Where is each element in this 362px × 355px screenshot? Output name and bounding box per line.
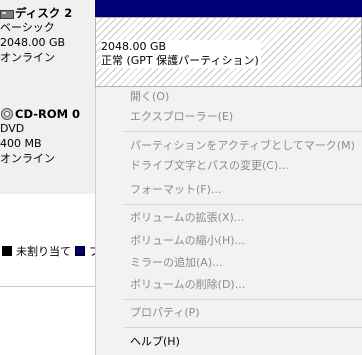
cd-rom-0-name: CD-ROM 0 (15, 107, 81, 121)
menu-item-explore[interactable]: エクスプローラー(E) (130, 110, 233, 123)
cd-rom-icon (0, 108, 13, 120)
primary-partition-swatch (75, 246, 85, 256)
cd-rom-0-card[interactable]: CD-ROM 0 DVD 400 MB オンライン (0, 107, 93, 166)
cd-rom-0-size: 400 MB (0, 137, 42, 150)
menu-item-delete-volume[interactable]: ボリュームの削除(D)... (130, 278, 245, 291)
menu-item-add-mirror[interactable]: ミラーの追加(A)... (130, 256, 223, 269)
partition-header-bar (95, 0, 362, 17)
menu-separator (124, 327, 362, 328)
partition-info: 2048.00 GB 正常 (GPT 保護パーティション) (101, 40, 261, 68)
panel-divider (0, 286, 95, 287)
disk-2-status: オンライン (0, 51, 55, 64)
legend: 未割り当て プ (2, 243, 100, 259)
lower-panel (0, 194, 95, 286)
disk-2-title: ディスク 2 (0, 6, 93, 20)
menu-separator (124, 131, 362, 132)
disk-2-name: ディスク 2 (15, 6, 73, 20)
menu-separator (124, 299, 362, 300)
partition-status: 正常 (GPT 保護パーティション) (101, 54, 259, 67)
menu-item-mark-active[interactable]: パーティションをアクティブとしてマーク(M) (130, 139, 355, 152)
menu-item-properties[interactable]: プロパティ(P) (130, 306, 200, 319)
partition-block[interactable]: 2048.00 GB 正常 (GPT 保護パーティション) (95, 17, 362, 87)
menu-item-help[interactable]: ヘルプ(H) (130, 335, 180, 348)
menu-item-format[interactable]: フォーマット(F)... (130, 183, 221, 196)
disk-list-panel: ディスク 2 ベーシック 2048.00 GB オンライン CD-ROM 0 D… (0, 0, 95, 194)
context-menu: 開く(O) エクスプローラー(E) パーティションをアクティブとしてマーク(M)… (95, 87, 362, 355)
hard-disk-icon (0, 7, 14, 19)
cd-rom-0-title: CD-ROM 0 (0, 107, 93, 121)
disk-2-type: ベーシック (0, 21, 55, 34)
cd-rom-0-status: オンライン (0, 152, 55, 165)
legend-unallocated-label: 未割り当て (16, 245, 71, 258)
disk-2-card[interactable]: ディスク 2 ベーシック 2048.00 GB オンライン (0, 6, 93, 65)
menu-item-change-drive-letter[interactable]: ドライブ文字とパスの変更(C)... (130, 159, 289, 172)
menu-item-open[interactable]: 開く(O) (130, 90, 169, 103)
menu-item-shrink-volume[interactable]: ボリュームの縮小(H)... (130, 234, 245, 247)
partition-size: 2048.00 GB (101, 40, 167, 53)
disk-2-size: 2048.00 GB (0, 36, 66, 49)
menu-separator (124, 204, 362, 205)
unallocated-swatch (2, 246, 12, 256)
menu-item-extend-volume[interactable]: ボリュームの拡張(X)... (130, 211, 244, 224)
cd-rom-0-type: DVD (0, 122, 25, 135)
